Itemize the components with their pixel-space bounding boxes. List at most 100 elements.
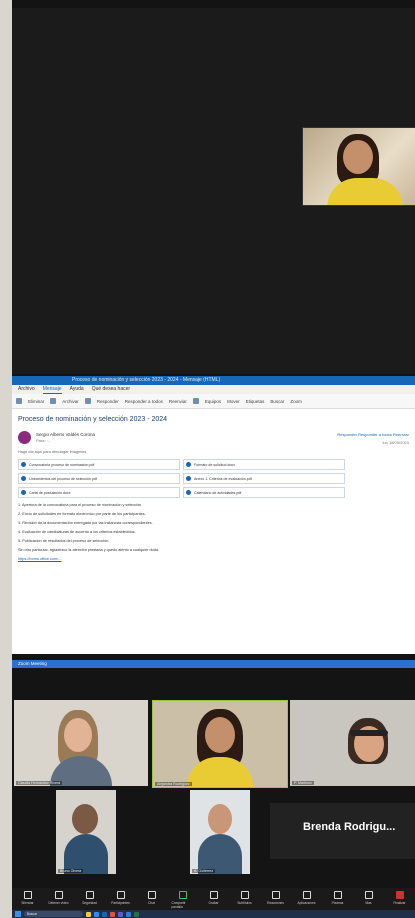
video-tile[interactable]: A. Gutiérrez [190, 790, 250, 874]
avatar [18, 431, 31, 444]
outlook-app-icon[interactable] [102, 911, 107, 917]
attachment[interactable]: Carta de postulación.docx [18, 487, 180, 498]
video-tile[interactable]: Claudia Hernández Rivera [14, 700, 148, 786]
word-app-icon[interactable] [126, 911, 131, 917]
ribbon-delete[interactable]: Eliminar [28, 399, 44, 404]
apps-button[interactable]: Aplicaciones [296, 888, 318, 905]
file-icon [186, 462, 191, 467]
captions-button[interactable]: Subtítulos [234, 888, 256, 905]
tab-ayuda[interactable]: Ayuda [70, 385, 84, 394]
ribbon-zoom[interactable]: Zoom [290, 399, 302, 404]
reply-actions[interactable]: Responder Responder a todos Reenviar [337, 432, 409, 437]
chrome-app-icon[interactable] [110, 911, 115, 917]
reactions-button[interactable]: Reacciones [265, 888, 287, 905]
file-icon [21, 462, 26, 467]
ribbon-tabs: Archivo Mensaje Ayuda Qué desea hacer [12, 385, 415, 394]
attachment[interactable]: Convocatoria proceso de nominación.pdf [18, 459, 180, 470]
teams-icon[interactable] [192, 398, 199, 404]
participant-name: A. Gutiérrez [192, 869, 216, 873]
microphone-icon [23, 891, 32, 899]
ribbon-tags[interactable]: Etiquetas [246, 399, 265, 404]
video-tile[interactable]: P. Martínez [290, 700, 415, 786]
tab-archivo[interactable]: Archivo [18, 385, 35, 394]
ribbon-find[interactable]: Buscar [270, 399, 284, 404]
control-label: Compartir pantalla [171, 901, 186, 909]
teams-app-icon[interactable] [118, 911, 123, 917]
more-icon [364, 891, 373, 899]
ribbon-teams[interactable]: Equipos [205, 399, 221, 404]
ribbon-forward[interactable]: Reenviar [169, 399, 187, 404]
attachment[interactable]: Lineamientos del proceso de selección.pd… [18, 473, 180, 484]
participant-body [187, 757, 253, 787]
list-item: 4. Evaluación de candidaturas de acuerdo… [18, 530, 136, 534]
archive-icon[interactable] [50, 398, 57, 404]
share-icon [178, 891, 187, 899]
control-label: Silenciar [21, 901, 34, 905]
zoom-title-bar: Zoom Meeting [12, 660, 415, 668]
sender-header: Sergio Alberto Valdés Corona Para: ... R… [12, 428, 415, 450]
excel-app-icon[interactable] [134, 911, 139, 917]
ribbon-archive[interactable]: Archivar [62, 399, 79, 404]
message-body: 1. Apertura de la convocatoria para el p… [12, 498, 415, 562]
participant-body [327, 178, 403, 205]
zoom-meeting-window: Zoom Meeting Claudia Hernández Rivera Al… [12, 660, 415, 918]
record-button[interactable]: Grabar [203, 888, 225, 905]
control-label: Pizarras [331, 901, 344, 905]
end-meeting-button[interactable]: Finalizar [389, 888, 411, 905]
delete-icon[interactable] [16, 398, 22, 404]
ribbon-toolbar: Eliminar Archivar Responder Responder a … [12, 394, 415, 409]
control-label: Reacciones [267, 901, 284, 905]
self-video-thumbnail[interactable] [302, 127, 415, 206]
zoom-app-icon[interactable] [94, 911, 99, 917]
control-label: Participantes [111, 901, 130, 905]
ribbon-reply-all[interactable]: Responder a todos [125, 399, 163, 404]
message-date: lun 18/09/2023 [382, 440, 409, 445]
list-item: 3. Revisión de la documentación entregad… [18, 521, 153, 525]
stop-video-button[interactable]: Detener vídeo [48, 888, 70, 905]
more-button[interactable]: Más [358, 888, 380, 905]
control-label: Aplicaciones [297, 901, 316, 905]
share-screen-button[interactable]: Compartir pantalla [172, 888, 194, 909]
attachment-name: Convocatoria proceso de nominación.pdf [29, 462, 95, 467]
security-button[interactable]: Seguridad [79, 888, 101, 905]
apps-icon [302, 891, 311, 899]
headset-icon [350, 730, 388, 736]
windows-start-icon[interactable] [15, 911, 21, 917]
participant-name: Alejandra Rodríguez [155, 782, 192, 786]
video-tile-active-speaker[interactable]: Alejandra Rodríguez [152, 700, 288, 788]
camera-icon [54, 891, 63, 899]
participant-body [64, 834, 108, 874]
outlook-message-window: Proceso de nominación y selección 2023 -… [12, 376, 415, 654]
attachment[interactable]: Formato de solicitud.docx [183, 459, 345, 470]
taskbar-search[interactable]: Buscar [24, 911, 83, 917]
whiteboard-icon [333, 891, 342, 899]
mute-button[interactable]: Silenciar [17, 888, 39, 905]
attachment[interactable]: Anexo 1. Criterios de evaluación.pdf [183, 473, 345, 484]
attachment[interactable]: Calendario de actividades.pdf [183, 487, 345, 498]
control-label: Detener vídeo [48, 901, 69, 905]
attachment-name: Calendario de actividades.pdf [194, 490, 242, 495]
participant-name: Bruno Olvera [58, 869, 84, 873]
video-tile[interactable]: Bruno Olvera [56, 790, 116, 874]
reply-icon[interactable] [84, 398, 91, 404]
participant-face [72, 804, 98, 834]
tab-mensaje[interactable]: Mensaje [42, 385, 62, 394]
ribbon-reply[interactable]: Responder [97, 399, 119, 404]
sender-name: Sergio Alberto Valdés Corona [36, 432, 95, 437]
file-icon [186, 490, 191, 495]
screenshot: Proceso de nominación y selección 2023 -… [12, 0, 415, 918]
form-link[interactable]: https://forms.office.com/... [18, 557, 409, 562]
participant-face [205, 717, 235, 753]
control-label: Chat [148, 901, 155, 905]
file-explorer-icon[interactable] [86, 911, 91, 917]
participants-button[interactable]: Participantes [110, 888, 132, 905]
participant-name: P. Martínez [292, 781, 314, 785]
ribbon-move[interactable]: Mover [227, 399, 240, 404]
whiteboards-button[interactable]: Pizarras [327, 888, 349, 905]
record-icon [209, 891, 218, 899]
tell-me-box[interactable]: Qué desea hacer [92, 385, 130, 394]
video-tile-camera-off[interactable]: Brenda Rodrigu... [270, 803, 415, 859]
chat-button[interactable]: Chat [141, 888, 163, 905]
windows-taskbar: Buscar [12, 910, 415, 918]
message-subject: Proceso de nominación y selección 2023 -… [18, 416, 168, 423]
